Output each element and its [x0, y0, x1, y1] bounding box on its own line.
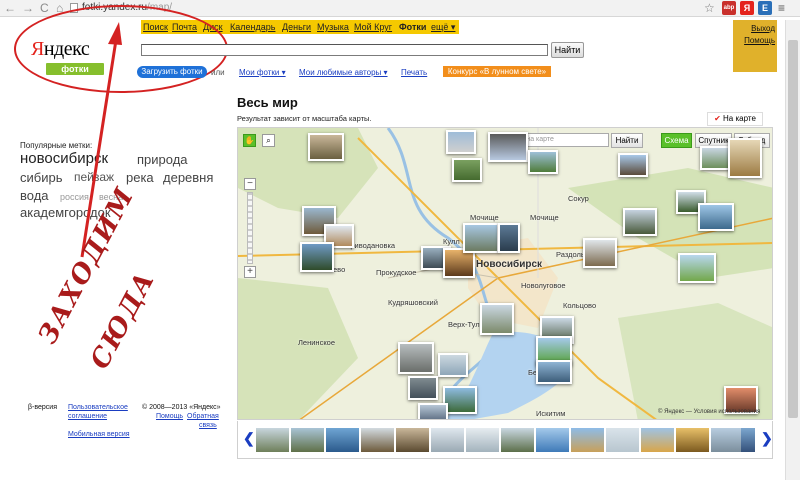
map-copyright: © Яндекс — Условия использования — [658, 409, 761, 415]
photo-marker[interactable] — [698, 203, 734, 231]
photo-marker[interactable] — [488, 132, 528, 162]
photo-marker[interactable] — [700, 146, 730, 170]
thumbnail[interactable] — [396, 428, 429, 452]
thumbnail[interactable] — [676, 428, 709, 452]
map-label: ево — [333, 265, 346, 274]
hand-tool-icon[interactable]: ✋ — [243, 134, 256, 147]
map-type-scheme[interactable]: Схема — [661, 133, 692, 148]
map-label: Новосибирск — [476, 259, 543, 270]
on-map-tab[interactable]: ✔ На карте — [707, 112, 763, 126]
photo-marker[interactable] — [300, 242, 334, 272]
photo-marker[interactable] — [446, 130, 476, 154]
screen: ← → C ⌂ fotki.yandex.ru/map/ ☆ abp Я E ≡… — [0, 0, 800, 480]
map-label: Прокудское — [376, 268, 417, 277]
map-label: Новолуговое — [521, 281, 566, 290]
map-title: Весь мир — [237, 95, 298, 110]
photo-marker[interactable] — [583, 238, 617, 268]
page-scrollbar[interactable] — [785, 20, 800, 480]
photo-marker[interactable] — [408, 376, 438, 400]
map-label: Кудряшовский — [388, 298, 438, 307]
map-label: Кольцово — [563, 301, 597, 310]
beta-label: β-версия — [28, 404, 57, 411]
thumbnail[interactable] — [741, 428, 755, 452]
photo-marker[interactable] — [623, 208, 657, 236]
photo-marker[interactable] — [498, 223, 520, 253]
thumbnail[interactable] — [361, 428, 394, 452]
map-subtitle: Результат зависит от масштаба карты. — [237, 114, 372, 123]
help-footer-link[interactable]: Помощь — [156, 412, 183, 421]
thumbnail[interactable] — [606, 428, 639, 452]
photo-marker[interactable] — [452, 158, 482, 182]
thumbnail[interactable] — [326, 428, 359, 452]
photo-marker[interactable] — [536, 360, 572, 384]
thumbnail[interactable] — [466, 428, 499, 452]
thumbnail[interactable] — [536, 428, 569, 452]
on-map-label: На карте — [723, 114, 756, 123]
thumbnail[interactable] — [711, 428, 744, 452]
thumbnail[interactable] — [291, 428, 324, 452]
feedback-link[interactable]: Обратная — [187, 412, 219, 421]
photo-marker[interactable] — [480, 303, 514, 335]
map-view[interactable]: ✋ ⌕ Поиск на карте Найти Схема Спутник Г… — [237, 127, 773, 420]
photo-marker[interactable] — [438, 353, 468, 377]
magnifier-tool-icon[interactable]: ⌕ — [262, 134, 275, 147]
scrollbar-thumb[interactable] — [788, 40, 798, 418]
zoom-out-button[interactable]: − — [244, 178, 256, 190]
photo-marker[interactable] — [443, 386, 477, 414]
thumbnail[interactable] — [571, 428, 604, 452]
mobile-version-link[interactable]: Мобильная версия — [68, 430, 130, 439]
map-label: Сокур — [568, 194, 589, 203]
photo-marker[interactable] — [418, 403, 448, 419]
map-label: Ленинское — [298, 338, 336, 347]
zoom-slider[interactable] — [247, 192, 253, 264]
strip-prev-icon[interactable]: ❮ — [243, 430, 255, 447]
copyright: © 2008—2013 «Яндекс» — [142, 404, 221, 411]
photo-marker[interactable] — [728, 138, 762, 178]
photo-marker[interactable] — [528, 150, 558, 174]
map-label: Кулл — [443, 237, 460, 246]
strip-next-icon[interactable]: ❯ — [761, 430, 773, 447]
photo-strip: ❮ ❯ — [237, 421, 773, 459]
photo-marker[interactable] — [398, 342, 434, 374]
thumbnail[interactable] — [501, 428, 534, 452]
feedback-link-2[interactable]: связь — [199, 421, 217, 430]
thumbnail[interactable] — [256, 428, 289, 452]
photo-marker[interactable] — [678, 253, 716, 283]
map-label: Мочище — [470, 213, 499, 222]
map-find-button[interactable]: Найти — [611, 133, 643, 148]
photo-marker[interactable] — [308, 133, 344, 161]
map-label: Мочище — [530, 213, 559, 222]
zoom-in-button[interactable]: + — [244, 266, 256, 278]
photo-marker[interactable] — [618, 153, 648, 177]
agreement-link[interactable]: Пользовательское — [68, 403, 128, 412]
thumbnail[interactable] — [641, 428, 674, 452]
thumbnail[interactable] — [431, 428, 464, 452]
agreement-link-2[interactable]: соглашение — [68, 412, 107, 421]
check-icon: ✔ — [714, 114, 721, 123]
map-label: Верх-Тула — [448, 320, 484, 329]
zoom-control[interactable]: − + — [244, 178, 256, 278]
photo-marker[interactable] — [463, 223, 499, 253]
map-label: Искитим — [536, 409, 566, 418]
